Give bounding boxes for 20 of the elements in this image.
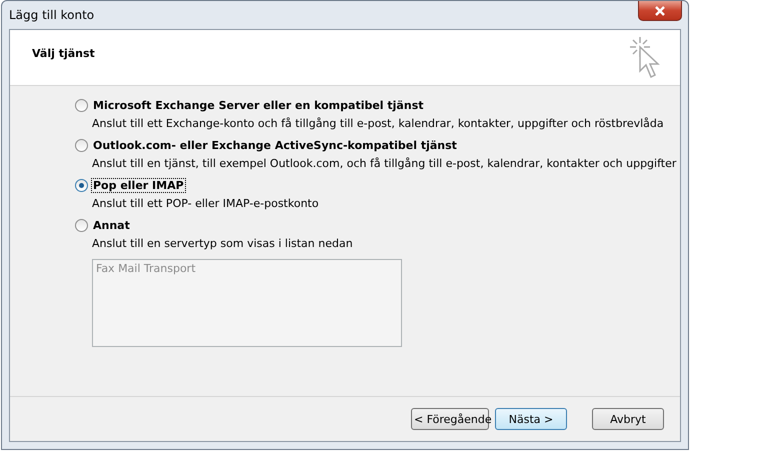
radio-button[interactable]	[75, 99, 88, 112]
close-button[interactable]	[638, 1, 682, 21]
radio-button[interactable]	[75, 139, 88, 152]
dialog-button[interactable]: < Föregående	[411, 408, 489, 430]
option-description: Anslut till ett Exchange-konto och få tillgång till e-post, kalendrar, kontakter, uppgifter och röstbrevlåda	[92, 117, 665, 130]
dialog-button[interactable]: Nästa >	[495, 408, 567, 430]
cursor-click-icon	[628, 35, 662, 81]
dialog-button[interactable]: Avbryt	[592, 408, 664, 430]
option-label[interactable]: Microsoft Exchange Server eller en kompatibel tjänst	[92, 99, 424, 112]
option-label[interactable]: Outlook.com- eller Exchange ActiveSync-kompatibel tjänst	[92, 139, 458, 152]
radio-button[interactable]	[75, 179, 88, 192]
window-title: Lägg till konto	[9, 8, 94, 22]
page-title: Välj tjänst	[32, 47, 95, 62]
radio-button[interactable]	[75, 219, 88, 232]
close-icon	[654, 6, 666, 16]
option-label[interactable]: Annat	[92, 219, 131, 232]
option-description: Anslut till ett POP- eller IMAP-e-postkonto	[92, 197, 320, 210]
option-description: Anslut till en servertyp som visas i listan nedan	[92, 237, 354, 250]
option-description: Anslut till en tjänst, till exempel Outlook.com, och få tillgång till e-post, kalendrar, kontakter och uppgifter	[92, 157, 678, 170]
option-label[interactable]: Pop eller IMAP	[92, 179, 185, 192]
